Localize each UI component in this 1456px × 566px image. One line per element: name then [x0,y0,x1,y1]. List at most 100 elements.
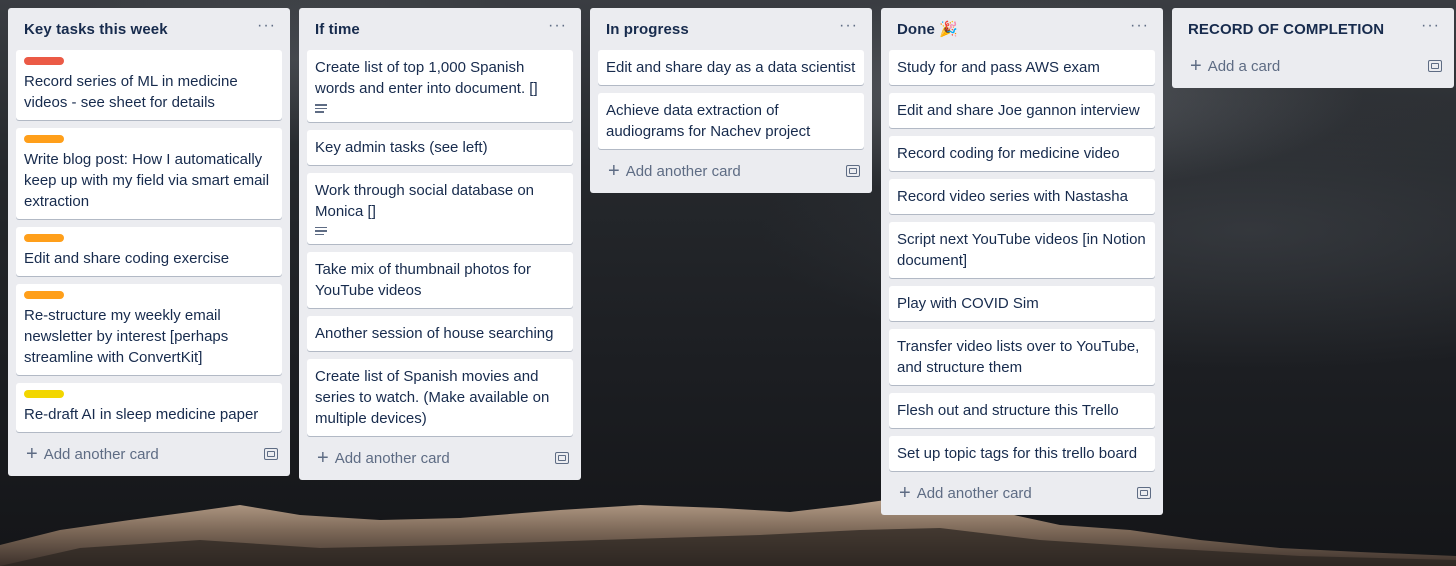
card-list: Study for and pass AWS exam Edit and shar… [889,50,1155,471]
board-lists: Key tasks this week ··· Record series of M… [8,8,1454,558]
add-card-row: + Add another card [598,155,864,187]
card[interactable]: Transfer video lists over to YouTube, an… [889,329,1155,385]
add-card-button[interactable]: + Add a card [1190,56,1280,76]
add-card-row: + Add a card [1180,50,1446,82]
card-title: Record video series with Nastasha [897,188,1128,205]
list-header: RECORD OF COMPLETION ··· [1180,8,1446,50]
card-label-orange[interactable] [24,135,64,143]
add-card-button[interactable]: + Add another card [608,161,741,181]
card[interactable]: Record series of ML in medicine videos -… [16,50,282,120]
add-card-row: + Add another card [889,477,1155,509]
add-card-label: Add another card [334,449,450,467]
description-icon [315,104,327,113]
add-card-button[interactable]: + Add another card [317,448,450,468]
add-card-button[interactable]: + Add another card [899,483,1032,503]
card-template-icon[interactable] [1428,60,1442,72]
card[interactable]: Re-structure my weekly email newsletter … [16,284,282,375]
card-title: Script next YouTube videos [in Notion do… [897,231,1146,269]
list-header: Done 🎉 ··· [889,8,1155,50]
card-title: Another session of house searching [315,325,554,342]
add-card-row: + Add another card [307,442,573,474]
list-header: Key tasks this week ··· [16,8,282,50]
card[interactable]: Set up topic tags for this trello board [889,436,1155,471]
list-menu-icon[interactable]: ··· [837,18,860,40]
list-column[interactable]: Key tasks this week ··· Record series of M… [8,8,290,476]
card[interactable]: Study for and pass AWS exam [889,50,1155,85]
card-title: Record coding for medicine video [897,145,1120,162]
card[interactable]: Another session of house searching [307,316,573,351]
card[interactable]: Script next YouTube videos [in Notion do… [889,222,1155,278]
card[interactable]: Write blog post: How I automatically kee… [16,128,282,219]
card-list: Create list of top 1,000 Spanish words a… [307,50,573,436]
plus-icon: + [26,443,38,465]
card-title: Edit and share day as a data scientist [606,59,856,76]
list-header: If time ··· [307,8,573,50]
list-title[interactable]: RECORD OF COMPLETION [1188,21,1384,38]
list-column[interactable]: RECORD OF COMPLETION ··· + Add a card [1172,8,1454,88]
card-title: Play with COVID Sim [897,295,1039,312]
card-title: Transfer video lists over to YouTube, an… [897,338,1140,376]
card-label-red[interactable] [24,57,64,65]
add-card-label: Add another card [625,162,741,180]
list-menu-icon[interactable]: ··· [546,18,569,40]
list-title[interactable]: Key tasks this week [24,21,168,38]
card-title: Set up topic tags for this trello board [897,445,1138,462]
card-title: Edit and share coding exercise [24,250,230,267]
card[interactable]: Record coding for medicine video [889,136,1155,171]
add-card-label: Add a card [1207,57,1281,75]
list-column[interactable]: If time ··· Create list of top 1,000 Spani… [299,8,581,480]
card-template-icon[interactable] [1137,487,1151,499]
card-title: Re-draft AI in sleep medicine paper [24,406,259,423]
card[interactable]: Work through social database on Monica [… [307,172,573,244]
list-menu-icon[interactable]: ··· [1128,18,1151,40]
list-column[interactable]: Done 🎉 ··· Study for and pass AWS exam Edit… [881,8,1163,515]
card[interactable]: Achieve data extraction of audiograms fo… [598,93,864,149]
card-title: Achieve data extraction of audiograms fo… [606,102,811,140]
card[interactable]: Edit and share Joe gannon interview [889,93,1155,128]
card-title: Create list of Spanish movies and series… [315,368,550,427]
card-label-orange[interactable] [24,291,64,299]
add-card-label: Add another card [43,445,159,463]
card[interactable]: Play with COVID Sim [889,286,1155,321]
card-title: Record series of ML in medicine videos -… [24,73,238,111]
card-title: Flesh out and structure this Trello [897,402,1119,419]
card-title: Key admin tasks (see left) [315,138,488,156]
list-menu-icon[interactable]: ··· [255,18,278,40]
list-title[interactable]: Done 🎉 [897,20,958,38]
card[interactable]: Edit and share day as a data scientist [598,50,864,85]
list-title[interactable]: In progress [606,21,689,38]
card-label-orange[interactable] [24,234,64,242]
add-card-button[interactable]: + Add another card [26,444,159,464]
card[interactable]: Create list of Spanish movies and series… [307,359,573,436]
card[interactable]: Key admin tasks (see left) [307,129,573,165]
card-template-icon[interactable] [264,448,278,460]
card[interactable]: Re-draft AI in sleep medicine paper [16,383,282,432]
plus-icon: + [608,160,620,182]
card-title: Re-structure my weekly email newsletter … [24,307,229,366]
card[interactable]: Edit and share coding exercise [16,227,282,276]
card-title: Take mix of thumbnail photos for YouTube… [315,261,531,299]
card-title: Write blog post: How I automatically kee… [24,151,270,210]
card-title: Edit and share Joe gannon interview [897,102,1140,119]
plus-icon: + [1190,55,1202,77]
list-menu-icon[interactable]: ··· [1419,18,1442,40]
card-title: Work through social database on Monica [… [315,181,535,220]
card-template-icon[interactable] [555,452,569,464]
plus-icon: + [317,447,329,469]
description-icon [315,226,327,235]
card-title: Study for and pass AWS exam [897,59,1100,76]
add-card-row: + Add another card [16,438,282,470]
add-card-label: Add another card [916,484,1032,502]
card-list: Edit and share day as a data scientist Ac… [598,50,864,149]
plus-icon: + [899,482,911,504]
card-label-yellow[interactable] [24,390,64,398]
card[interactable]: Flesh out and structure this Trello [889,393,1155,428]
list-title[interactable]: If time [315,21,360,38]
card-list: Record series of ML in medicine videos -… [16,50,282,432]
card-title: Create list of top 1,000 Spanish words a… [315,59,538,97]
card[interactable]: Record video series with Nastasha [889,179,1155,214]
list-column[interactable]: In progress ··· Edit and share day as a da… [590,8,872,193]
card-template-icon[interactable] [846,165,860,177]
card[interactable]: Take mix of thumbnail photos for YouTube… [307,252,573,308]
card[interactable]: Create list of top 1,000 Spanish words a… [307,50,573,122]
